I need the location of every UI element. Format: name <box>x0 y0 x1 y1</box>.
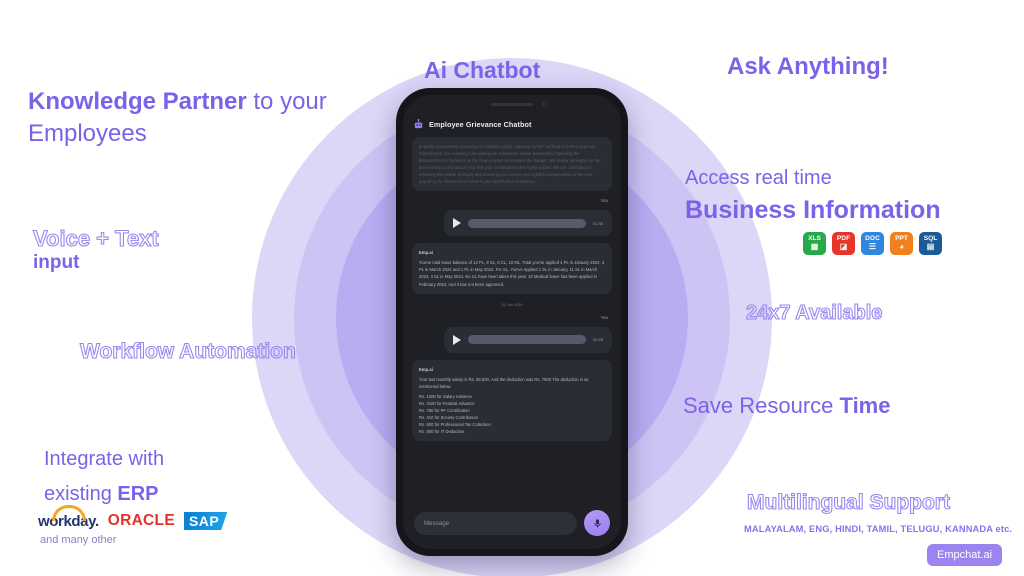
xls-icon: XLS ▦ <box>803 232 826 255</box>
workday-logo: workday. <box>38 504 99 530</box>
microphone-button[interactable] <box>584 510 610 536</box>
sender-label-empai-1: Emp.ai <box>419 250 433 256</box>
deduction-line: Rs. 800 for IT Deduction <box>419 428 465 434</box>
voice-message-row-1: 01:35 <box>412 210 612 237</box>
sender-label-you-1: You <box>600 198 608 204</box>
doc-icon: DOC ☰ <box>861 232 884 255</box>
oracle-logo: ORACLE <box>107 512 175 529</box>
deduction-line: Rs. 410 for Society Contribution <box>419 414 479 420</box>
caption-multilingual-support: Multilingual Support <box>746 490 950 514</box>
sql-glyph: ▤ <box>926 242 935 252</box>
sap-logo: SAP <box>183 512 228 530</box>
caption-24x7-available: 24x7 Available <box>745 301 883 324</box>
chat-bubble-bot-continued: properly documented according to company… <box>412 137 612 192</box>
ppt-icon: PPT ◕ <box>890 232 913 255</box>
voice-duration-2: 00:45 <box>592 337 603 343</box>
xls-glyph: ▦ <box>810 242 819 252</box>
earpiece-speaker-icon <box>491 103 533 106</box>
audio-waveform-track[interactable] <box>468 335 586 345</box>
erp-logo-row: workday. ORACLE SAP <box>38 504 228 530</box>
promo-canvas: Knowledge Partner to your Employees Voic… <box>0 0 1024 576</box>
caption-access-real-time: Access real time <box>685 167 832 189</box>
caption-voice-input: input <box>33 252 80 273</box>
chat-input-bar: Message <box>403 501 621 549</box>
doc-label: DOC <box>865 234 880 242</box>
play-icon[interactable] <box>453 334 461 345</box>
chat-bubble-leave-balance: Emp.ai You've total leave balance of 12 … <box>412 243 612 294</box>
front-camera-icon <box>542 101 548 107</box>
pdf-glyph: ◪ <box>839 242 848 252</box>
languages-list: MALAYALAM, ENG, HINDI, TAMIL, TELUGU, KA… <box>744 524 1013 534</box>
chat-app-header: Employee Grievance Chatbot <box>403 117 621 137</box>
microphone-icon <box>593 518 601 527</box>
knowledge-strong-text: Knowledge Partner <box>28 88 247 115</box>
audio-waveform-track[interactable] <box>468 218 586 228</box>
xls-label: XLS <box>808 234 821 242</box>
deduction-line: Rs. 4100 for Festival Advance <box>419 400 475 406</box>
phone-mockup: Employee Grievance Chatbot properly docu… <box>396 88 628 556</box>
sender-label-you-2: You <box>600 314 608 320</box>
and-many-other-text: and many other <box>40 534 117 546</box>
brand-badge[interactable]: Empchat.ai <box>927 544 1003 566</box>
file-type-icon-row: XLS ▦ PDF ◪ DOC ☰ PPT ◕ SQL ▤ <box>803 232 942 255</box>
integrate-light-text: Integrate with <box>44 448 165 470</box>
caption-ask-anything: Ask Anything! <box>727 53 889 80</box>
voice-duration-1: 01:35 <box>592 220 603 226</box>
chat-bubble-salary-breakdown: Emp.ai Your last monthly salary is Rs. 5… <box>412 359 612 441</box>
caption-ai-chatbot: Ai Chatbot <box>424 57 541 83</box>
doc-glyph: ☰ <box>868 242 877 252</box>
deduction-line: Rs. 500 for Professional Tax Collection <box>419 421 491 427</box>
caption-voice-text: Voice + Text <box>32 225 159 251</box>
deduction-line: Rs. 790 for PF Contribution <box>419 407 470 413</box>
play-icon[interactable] <box>453 218 461 229</box>
sender-label-empai-2: Emp.ai <box>419 366 433 372</box>
robot-icon <box>414 119 423 129</box>
voice-message-row-2: 00:45 <box>412 326 612 353</box>
message-input[interactable]: Message <box>414 511 577 535</box>
phone-screen: Employee Grievance Chatbot properly docu… <box>403 95 621 549</box>
chat-app-title: Employee Grievance Chatbot <box>429 120 532 129</box>
deduction-line: Rs. 1200 for Salary Advance <box>419 393 472 399</box>
caption-knowledge-partner: Knowledge Partner to your Employees <box>28 86 378 151</box>
sql-icon: SQL ▤ <box>919 232 942 255</box>
pdf-label: PDF <box>836 234 851 242</box>
phone-notch-bar <box>403 95 621 117</box>
time-strong-text: Time <box>839 393 891 418</box>
caption-workflow-automation: Workflow Automation <box>79 339 296 363</box>
chat-message-list[interactable]: properly documented according to company… <box>403 137 621 501</box>
save-light-text: Save Resource <box>683 393 840 418</box>
existing-light-text: existing <box>44 483 118 505</box>
caption-integrate-erp: Integrate with existing ERP <box>44 442 304 512</box>
ppt-glyph: ◕ <box>899 242 904 252</box>
leave-balance-text: You've total leave balance of 12 PL, 8 S… <box>419 260 605 287</box>
date-divider: 15 Jan 2024 <box>500 301 524 307</box>
pdf-icon: PDF ◪ <box>832 232 855 255</box>
voice-message-2[interactable]: 00:45 <box>444 326 612 353</box>
salary-intro-text: Your last monthly salary is Rs. 59,600. … <box>419 376 589 389</box>
ppt-label: PPT <box>895 234 908 242</box>
sql-label: SQL <box>923 234 938 242</box>
voice-message-1[interactable]: 01:35 <box>444 210 612 237</box>
caption-business-information: Business Information <box>685 196 941 224</box>
caption-save-resource-time: Save Resource Time <box>683 393 890 419</box>
erp-strong-text: ERP <box>117 483 159 505</box>
